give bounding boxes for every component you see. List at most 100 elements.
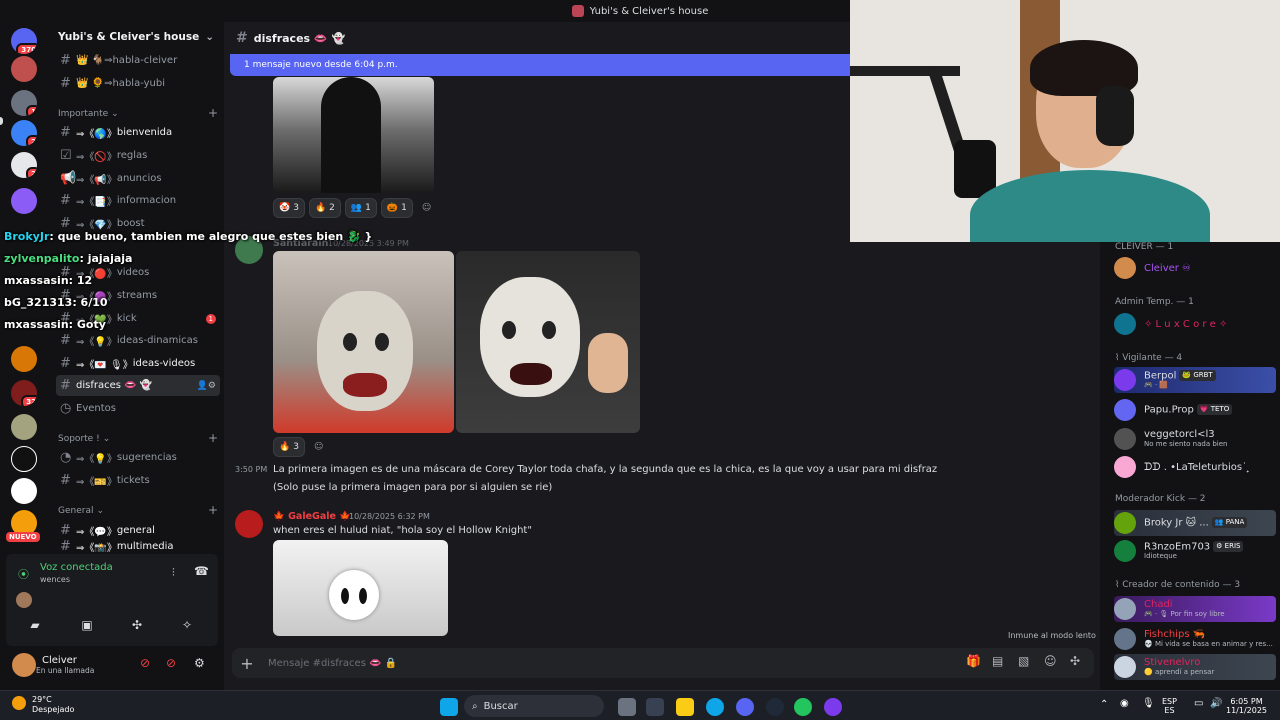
server-header[interactable]: Yubi's & Cleiver's house ⌄ (48, 22, 224, 52)
clock[interactable]: 6:05 PM 11/1/2025 (1226, 697, 1267, 715)
channel-tickets[interactable]: # ⇒《🎫》 tickets (56, 470, 220, 491)
reaction[interactable]: 🤡 3 (273, 198, 305, 218)
gear-icon[interactable]: ⚙ (194, 656, 205, 670)
channel-ideas-videos[interactable]: # ⇒《💌 🎙》 ideas-videos (56, 353, 220, 374)
channel-anuncios[interactable]: 📢 ⇒《📢》 anuncios (56, 168, 220, 189)
server-icon-7[interactable]: 32 (11, 380, 37, 406)
member-status: No me siento nada bien (1144, 440, 1228, 448)
reaction[interactable]: 🔥 3 (273, 437, 305, 457)
app-icon[interactable] (824, 698, 842, 716)
sticker-icon[interactable]: ▧ (1018, 654, 1029, 668)
tray-chevron-icon[interactable]: ⌃ (1100, 699, 1108, 710)
weather-widget[interactable]: 29°C Despejado (32, 695, 74, 715)
server-icon-4[interactable]: 2 (11, 152, 37, 178)
disconnect-icon[interactable]: ☎ (194, 564, 209, 578)
add-channel-icon[interactable]: + (208, 504, 218, 516)
member-item[interactable]: Fishchips 🦐 💀 Mi vida se basa en animar y… (1114, 626, 1276, 652)
steam-icon[interactable] (766, 698, 784, 716)
new-messages-bar[interactable]: 1 mensaje nuevo desde 6:04 p.m. (230, 54, 860, 76)
voice-participant-avatar[interactable] (16, 592, 32, 608)
channel-settings-icon[interactable]: 👤⚙ (197, 381, 216, 391)
mic-icon[interactable]: 🎙 (1142, 698, 1155, 709)
reaction[interactable]: 🎃 1 (380, 198, 413, 218)
member-item[interactable]: ✧ L u x C o r e ✧ (1114, 311, 1276, 337)
soundboard-button-icon[interactable]: ✧ (174, 614, 200, 636)
taskbar-search[interactable]: ⌕ Buscar (464, 695, 604, 717)
channel-eventos[interactable]: ◷ Eventos (56, 398, 220, 419)
discord-icon[interactable] (736, 698, 754, 716)
mute-icon[interactable]: ⊘ (140, 656, 150, 670)
attach-plus-icon[interactable]: + (232, 654, 262, 673)
server-icon-9[interactable] (11, 446, 37, 472)
channel-multimedia[interactable]: # ⇒《📸》 multimedia (56, 540, 220, 552)
member-item[interactable]: ᗪᗪ . •LaTeleturbios˙ ̟ (1114, 454, 1276, 480)
member-item[interactable]: Chadi 🎮 · 🎙 Por fin soy libre (1114, 596, 1276, 622)
network-icon[interactable]: ◉ (1120, 698, 1129, 709)
avatar[interactable] (235, 510, 263, 538)
weather-icon[interactable] (12, 696, 26, 710)
monitor-icon[interactable]: ▭ (1194, 698, 1203, 709)
member-item[interactable]: Cleiver ♾ (1114, 255, 1276, 281)
category-label: Soporte ! (58, 434, 100, 444)
reaction[interactable]: 👥 1 (344, 198, 377, 218)
channel-habla-yubi[interactable]: # 👑 🌻 ⇒habla-yubi (56, 73, 220, 94)
server-icon-2[interactable]: 1 (11, 90, 37, 116)
category-soporte[interactable]: Soporte ! ⌄ + (58, 432, 218, 444)
direct-messages-icon[interactable]: 370 (11, 28, 37, 54)
channel-name: ⇒habla-cleiver (104, 55, 178, 66)
channel-disfraces[interactable]: # disfraces 👄 👻 👤⚙ (56, 375, 220, 396)
server-icon-8[interactable] (11, 414, 37, 440)
channel-bienvenida[interactable]: # ⇒《🌎》 bienvenida (56, 122, 220, 143)
channel-general[interactable]: # ⇒《💬》 general (56, 520, 220, 541)
server-icon-1[interactable] (11, 56, 37, 82)
server-icon-10[interactable] (11, 478, 37, 504)
add-reaction-icon[interactable]: ☺ (417, 198, 436, 218)
edge-icon[interactable] (706, 698, 724, 716)
member-item[interactable]: veggetorcl<l3 No me siento nada bien (1114, 426, 1276, 452)
member-item[interactable]: Papu.Prop 💗 TETO (1114, 397, 1276, 423)
member-item[interactable]: Broky Jr 🐱 ... 👥 PANA (1114, 510, 1276, 536)
category-importante[interactable]: Importante ⌄ + (58, 107, 218, 119)
task-view-icon[interactable] (618, 698, 636, 716)
add-channel-icon[interactable]: + (208, 107, 218, 119)
message-input[interactable]: Mensaje #disfraces 👄 🔒 (268, 658, 397, 669)
windows-start-icon[interactable] (440, 698, 458, 716)
channel-informacion[interactable]: # ⇒《📑》 informacion (56, 190, 220, 211)
gift-icon[interactable]: 🎁 (966, 654, 981, 668)
message-image[interactable] (273, 77, 434, 193)
emoji-icon[interactable]: ☺ (1044, 654, 1057, 668)
server-icon-6[interactable] (11, 346, 37, 372)
message-image[interactable] (273, 540, 448, 636)
member-item[interactable]: Berpol 🐸 GRBT 🎮 · 🟫 (1114, 367, 1276, 393)
username[interactable]: Cleiver (42, 655, 94, 666)
hash-icon: # (60, 125, 71, 140)
soundboard-icon[interactable]: ⫶ (172, 566, 175, 580)
gif-icon[interactable]: ▤ (992, 654, 1003, 668)
member-item[interactable]: R3nzoEm703 ⚙ ERIS Idioteque (1114, 538, 1276, 564)
server-icon-5[interactable] (11, 188, 37, 214)
language-indicator[interactable]: ESP ES (1162, 697, 1177, 715)
camera-off-icon[interactable]: ▰ (22, 614, 48, 636)
deafen-icon[interactable]: ⊘ (166, 656, 176, 670)
screen-share-icon[interactable]: ▣ (74, 614, 100, 636)
store-icon[interactable] (646, 698, 664, 716)
avatar[interactable] (12, 653, 36, 677)
file-explorer-icon[interactable] (676, 698, 694, 716)
apps-icon[interactable]: ✣ (1070, 654, 1080, 668)
spotify-icon[interactable] (794, 698, 812, 716)
channel-reglas[interactable]: ☑ ⇒《🚫》 reglas (56, 145, 220, 166)
member-item[interactable]: Stivenelvro 🟡 aprendí a pensar (1114, 654, 1276, 680)
signal-icon[interactable]: ⦿ (18, 566, 29, 582)
add-reaction-icon[interactable]: ☺ (309, 437, 328, 457)
volume-icon[interactable]: 🔊 (1210, 698, 1222, 709)
activities-icon[interactable]: ✣ (124, 614, 150, 636)
channel-sugerencias[interactable]: ◔ ⇒《💡》 sugerencias (56, 447, 220, 468)
server-icon-3[interactable]: 2 (11, 120, 37, 146)
add-channel-icon[interactable]: + (208, 432, 218, 444)
message-image[interactable] (456, 251, 640, 433)
category-general[interactable]: General ⌄ + (58, 504, 218, 516)
channel-habla-cleiver[interactable]: # 👑 🐐 ⇒habla-cleiver (56, 50, 220, 71)
voice-channel[interactable]: wences (40, 575, 70, 584)
reaction[interactable]: 🔥 2 (308, 198, 341, 218)
message-author[interactable]: 🍁 GaleGale 🍁 (273, 511, 351, 522)
